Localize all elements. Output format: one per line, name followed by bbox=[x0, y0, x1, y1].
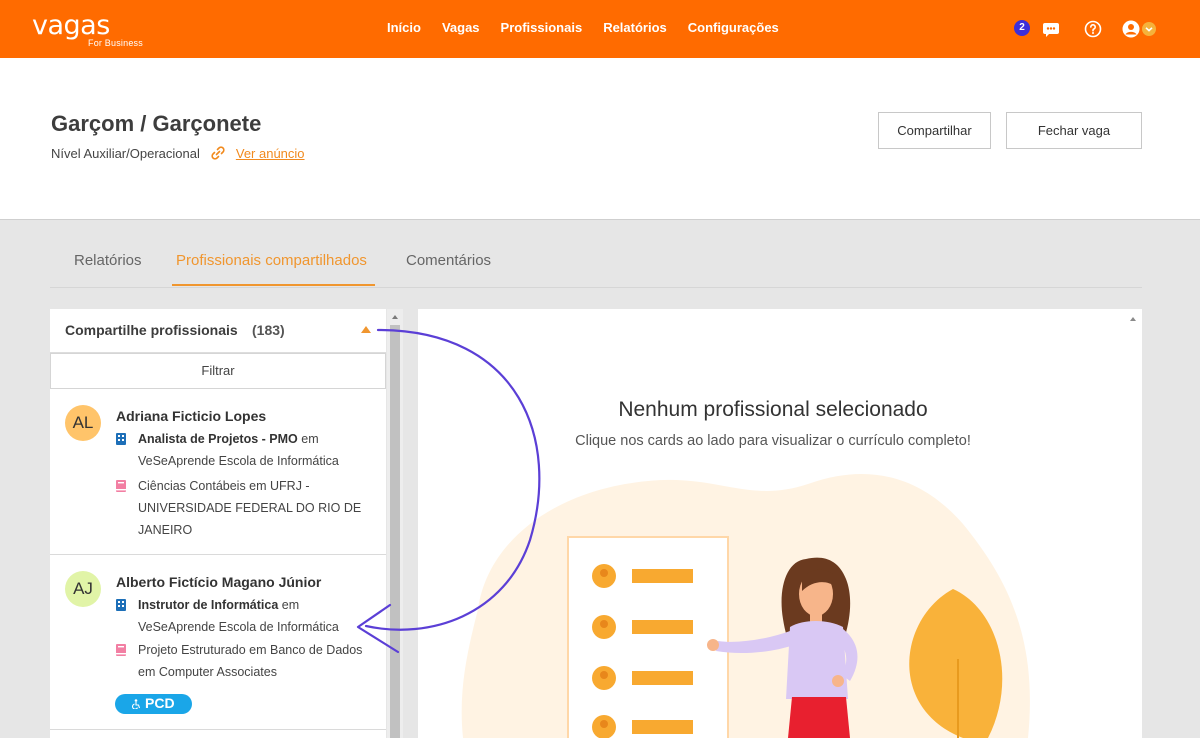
professionals-list-panel: Compartilhe profissionais (183) Filtrar … bbox=[50, 309, 386, 738]
link-icon bbox=[211, 146, 225, 160]
main-nav: Início Vagas Profissionais Relatórios Co… bbox=[387, 20, 800, 35]
active-tab-indicator bbox=[172, 284, 375, 286]
tab-shared-professionals[interactable]: Profissionais compartilhados bbox=[176, 252, 367, 269]
scroll-up-arrow-icon[interactable] bbox=[392, 315, 398, 319]
candidate-card[interactable]: AJ Alberto Fictício Magano Júnior Instru… bbox=[50, 556, 386, 730]
nav-item-profissionais[interactable]: Profissionais bbox=[501, 20, 583, 35]
nav-item-vagas[interactable]: Vagas bbox=[442, 20, 480, 35]
job-title: Garçom / Garçonete bbox=[51, 111, 262, 136]
candidate-name: Alberto Fictício Magano Júnior bbox=[116, 574, 322, 590]
share-button[interactable]: Compartilhar bbox=[878, 112, 991, 149]
avatar: AL bbox=[65, 405, 101, 441]
job-header: Garçom / Garçonete Nível Auxiliar/Operac… bbox=[0, 58, 1200, 220]
filter-button[interactable]: Filtrar bbox=[50, 353, 386, 389]
education-row: Ciências Contábeis em UFRJ - UNIVERSIDAD… bbox=[116, 475, 366, 541]
view-ad-link[interactable]: Ver anúncio bbox=[236, 146, 305, 161]
profile-detail-panel: Nenhum profissional selecionado Clique n… bbox=[418, 309, 1142, 738]
list-count: (183) bbox=[252, 322, 285, 338]
tab-comments[interactable]: Comentários bbox=[406, 252, 491, 269]
close-job-button[interactable]: Fechar vaga bbox=[1006, 112, 1142, 149]
vagas-logo[interactable]: vagas For Business bbox=[32, 10, 143, 48]
job-meta: Nível Auxiliar/Operacional Ver anúncio bbox=[51, 145, 305, 161]
user-avatar-icon[interactable] bbox=[1122, 20, 1140, 38]
book-icon bbox=[116, 480, 126, 492]
scroll-thumb[interactable] bbox=[390, 325, 400, 738]
logo-subtitle: For Business bbox=[88, 38, 143, 48]
job-level: Nível Auxiliar/Operacional bbox=[51, 145, 200, 161]
education-text: Projeto Estruturado em Banco de Dados em… bbox=[138, 643, 363, 679]
experience-row: Analista de Projetos - PMO em VeSeAprend… bbox=[116, 428, 366, 472]
help-icon[interactable] bbox=[1084, 20, 1102, 38]
education-text: Ciências Contábeis em UFRJ - UNIVERSIDAD… bbox=[138, 479, 362, 537]
job-role: Instrutor de Informática bbox=[138, 598, 279, 612]
pcd-label: PCD bbox=[145, 695, 175, 711]
empty-state-illustration bbox=[461, 473, 1030, 738]
accessibility-icon bbox=[132, 699, 141, 709]
book-icon bbox=[116, 644, 126, 656]
avatar: AJ bbox=[65, 571, 101, 607]
top-navbar: vagas For Business Início Vagas Profissi… bbox=[0, 0, 1200, 58]
pcd-badge: PCD bbox=[115, 694, 192, 714]
education-row: Projeto Estruturado em Banco de Dados em… bbox=[116, 639, 366, 683]
candidate-name: Adriana Ficticio Lopes bbox=[116, 408, 267, 424]
building-icon bbox=[116, 433, 126, 445]
building-icon bbox=[116, 599, 126, 611]
candidate-card[interactable]: AL Adriana Ficticio Lopes Analista de Pr… bbox=[50, 390, 386, 555]
list-title: Compartilhe profissionais bbox=[65, 322, 238, 338]
empty-state-subtitle: Clique nos cards ao lado para visualizar… bbox=[575, 433, 971, 449]
list-header: Compartilhe profissionais (183) bbox=[50, 309, 386, 353]
nav-item-inicio[interactable]: Início bbox=[387, 20, 421, 35]
job-role: Analista de Projetos - PMO bbox=[138, 432, 298, 446]
chevron-down-icon[interactable] bbox=[1142, 22, 1156, 36]
list-scrollbar[interactable] bbox=[387, 309, 403, 738]
tab-reports[interactable]: Relatórios bbox=[74, 252, 142, 269]
nav-item-configuracoes[interactable]: Configurações bbox=[688, 20, 779, 35]
notification-badge[interactable]: 2 bbox=[1014, 20, 1030, 36]
experience-row: Instrutor de Informática em VeSeAprende … bbox=[116, 594, 366, 638]
logo-wordmark: vagas bbox=[32, 10, 110, 41]
nav-item-relatorios[interactable]: Relatórios bbox=[603, 20, 667, 35]
empty-state-title: Nenhum profissional selecionado bbox=[618, 398, 928, 421]
tabs-divider bbox=[50, 287, 1142, 288]
chat-icon[interactable] bbox=[1042, 20, 1060, 38]
collapse-caret-icon[interactable] bbox=[361, 326, 371, 333]
